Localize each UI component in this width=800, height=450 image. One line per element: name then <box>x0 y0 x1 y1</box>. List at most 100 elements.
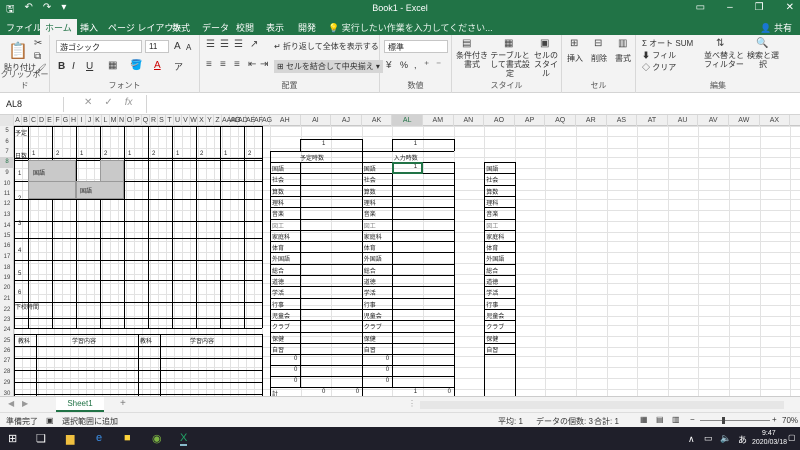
insert-cells-icon[interactable]: ⊞ <box>570 38 578 49</box>
ribbon-display-icon[interactable]: ▭ <box>696 2 705 13</box>
cut-icon[interactable]: ✂ <box>34 38 42 49</box>
file-explorer-icon[interactable]: ▆ <box>66 432 74 445</box>
column-header[interactable]: AG <box>262 115 272 126</box>
tab-insert[interactable]: 挿入 <box>80 21 98 34</box>
column-header[interactable]: AD <box>238 115 248 126</box>
row-header[interactable]: 14 <box>0 221 14 232</box>
conditional-format-button[interactable]: 条件付き書式 <box>454 51 490 69</box>
column-header[interactable]: AX <box>760 115 791 126</box>
column-header[interactable]: AN <box>454 115 485 126</box>
tab-view[interactable]: 表示 <box>266 21 284 34</box>
comma-button[interactable]: , <box>414 60 417 70</box>
task-view-icon[interactable]: ❏ <box>36 432 46 445</box>
zoom-slider[interactable] <box>700 420 770 421</box>
column-header[interactable]: N <box>118 115 126 126</box>
format-cells-icon[interactable]: ▥ <box>618 38 627 49</box>
column-header[interactable]: AS <box>607 115 638 126</box>
column-header[interactable]: AO <box>484 115 515 126</box>
column-header[interactable]: AJ <box>331 115 362 126</box>
network-icon[interactable]: ▭ <box>704 433 713 444</box>
align-right-icon[interactable]: ≡ <box>234 59 240 70</box>
app-icon[interactable]: ◉ <box>152 432 162 445</box>
column-header[interactable]: AE <box>246 115 255 126</box>
row-header[interactable]: 17 <box>0 252 14 263</box>
column-header[interactable]: AC <box>230 115 240 126</box>
phonetic-button[interactable]: ア <box>174 60 183 73</box>
notification-icon[interactable]: ▢ <box>788 433 796 442</box>
sort-filter-button[interactable]: 並べ替えとフィルター <box>704 51 744 69</box>
column-header[interactable]: AY <box>790 115 800 126</box>
autosum-button[interactable]: Σ オート SUM <box>642 38 693 49</box>
borders-icon[interactable]: ▦ <box>108 60 117 71</box>
delete-cells-button[interactable]: 削除 <box>591 53 607 64</box>
worksheet-grid[interactable]: A B C D E F G H I J K L M N O P Q R S T U V W X Y Z AAAB AC AD AE AF AG… <box>0 115 800 396</box>
column-header[interactable]: B <box>22 115 30 126</box>
column-header[interactable]: J <box>86 115 94 126</box>
cancel-entry-icon[interactable]: ✕ <box>84 97 92 108</box>
number-format-field[interactable]: 標準 <box>384 40 448 53</box>
cell-area[interactable]: 予定 日数 1 2 1 2 1 2 1 2 1 2 1 2 3 4 5 6 下校時間 国語 国語 教科 学習内容 教科 学習内容… <box>14 126 800 396</box>
column-header[interactable]: AP <box>515 115 546 126</box>
column-header[interactable]: AAAB <box>222 115 241 126</box>
sticky-notes-icon[interactable]: ■ <box>124 432 131 444</box>
column-header[interactable]: X <box>198 115 206 126</box>
excel-taskbar-icon[interactable]: X <box>180 432 188 446</box>
cell-styles-button[interactable]: セルのスタイル <box>532 51 560 78</box>
row-header[interactable]: 12 <box>0 199 14 210</box>
column-header[interactable]: F <box>54 115 62 126</box>
page-layout-view-icon[interactable]: ▤ <box>656 415 664 424</box>
copy-icon[interactable]: ⧉ <box>34 51 41 62</box>
row-header[interactable]: 9 <box>0 168 14 179</box>
page-break-view-icon[interactable]: ▥ <box>672 415 680 424</box>
row-header[interactable]: 6 <box>0 136 14 148</box>
windows-start-icon[interactable]: ⊞ <box>8 432 17 445</box>
fill-color-icon[interactable]: 🪣 <box>130 60 142 71</box>
font-name-field[interactable]: 游ゴシック <box>56 40 142 53</box>
prev-sheet-icon[interactable]: ◀ <box>8 399 14 408</box>
tab-developer[interactable]: 開発 <box>298 21 316 34</box>
percent-button[interactable]: % <box>400 60 408 70</box>
decrease-decimal-icon[interactable]: ⁻ <box>436 60 441 71</box>
minimize-button[interactable]: – <box>727 2 733 13</box>
zoom-level[interactable]: 70% <box>782 416 798 425</box>
row-header[interactable]: 28 <box>0 367 14 378</box>
format-as-table-icon[interactable]: ▦ <box>504 38 513 49</box>
sheet-tab-sheet1[interactable]: Sheet1 <box>56 397 104 412</box>
add-sheet-button[interactable]: + <box>120 398 126 409</box>
column-header[interactable]: O <box>126 115 134 126</box>
row-header[interactable]: 30 <box>0 389 14 396</box>
column-header[interactable]: Q <box>142 115 150 126</box>
column-header[interactable]: AT <box>637 115 668 126</box>
ime-indicator[interactable]: あ <box>738 433 747 446</box>
align-left-icon[interactable]: ≡ <box>206 59 212 70</box>
column-header[interactable]: AL <box>392 115 423 126</box>
cell-styles-icon[interactable]: ▣ <box>540 38 549 49</box>
column-header[interactable]: S <box>158 115 166 126</box>
delete-cells-icon[interactable]: ⊟ <box>594 38 602 49</box>
row-header[interactable]: 18 <box>0 263 14 274</box>
row-header[interactable]: 5 <box>0 126 14 136</box>
insert-function-icon[interactable]: fx <box>125 97 133 108</box>
share-button[interactable]: 👤 共有 <box>760 21 792 34</box>
align-center-icon[interactable]: ≡ <box>220 59 226 70</box>
column-header[interactable]: G <box>62 115 70 126</box>
clear-button[interactable]: ◇ クリア <box>642 62 676 73</box>
horizontal-scrollbar[interactable] <box>420 401 784 409</box>
orientation-icon[interactable]: ↗ <box>250 39 258 50</box>
column-header[interactable]: W <box>190 115 198 126</box>
row-header[interactable]: 15 <box>0 232 14 241</box>
tab-file[interactable]: ファイル <box>6 21 42 34</box>
selected-cell[interactable] <box>391 162 423 174</box>
confirm-entry-icon[interactable]: ✓ <box>104 97 112 108</box>
row-header[interactable]: 25 <box>0 336 14 347</box>
row-header[interactable]: 20 <box>0 283 14 294</box>
row-header[interactable]: 29 <box>0 378 14 389</box>
insert-cells-button[interactable]: 挿入 <box>567 53 583 64</box>
column-header[interactable]: Z <box>214 115 222 126</box>
zoom-slider-thumb[interactable] <box>722 417 725 424</box>
column-header[interactable]: AU <box>668 115 699 126</box>
row-header[interactable]: 13 <box>0 210 14 221</box>
font-size-field[interactable]: 11 <box>145 40 169 53</box>
column-header[interactable]: A <box>14 115 22 126</box>
column-header[interactable]: AQ <box>545 115 576 126</box>
